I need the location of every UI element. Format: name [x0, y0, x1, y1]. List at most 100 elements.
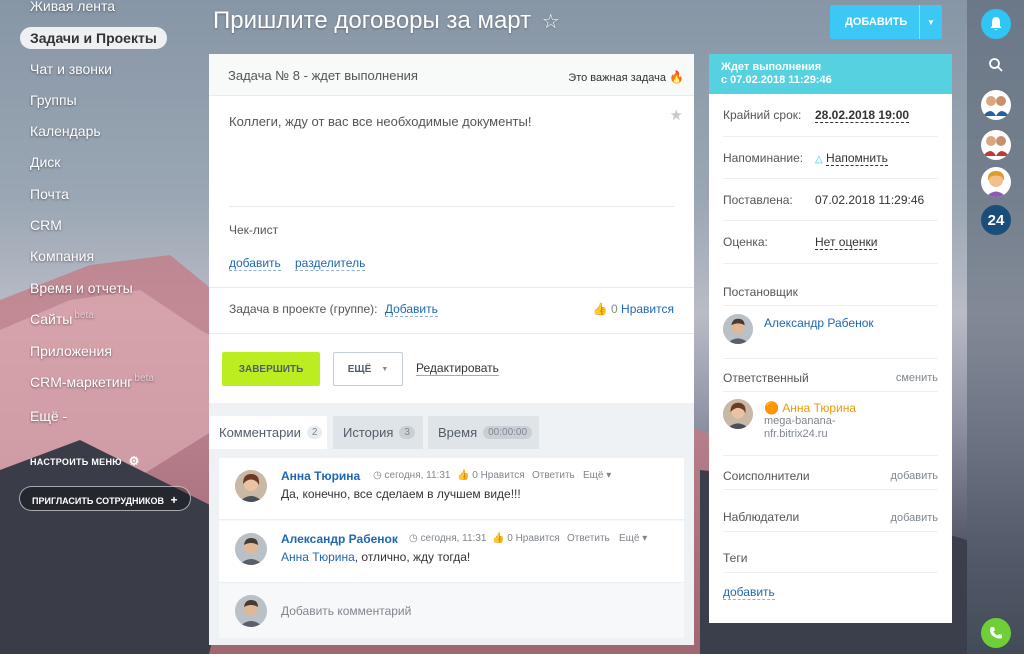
plus-icon: + — [170, 493, 178, 507]
likes-label: Нравится — [621, 302, 674, 316]
comment-item: Анна Тюрина ◷ сегодня, 11:31 👍 0 Нравитс… — [219, 458, 684, 520]
chevron-down-icon[interactable]: ▼ — [919, 5, 942, 39]
tab-count: 00:00:00 — [483, 426, 533, 439]
comment-mention[interactable]: Анна Тюрина — [281, 550, 355, 564]
menu-item-calendar[interactable]: Календарь — [30, 123, 101, 139]
important-label: Это важная задача — [568, 72, 666, 84]
menu-settings-link[interactable]: НАСТРОИТЬ МЕНЮ ⚙ — [30, 454, 140, 468]
divider — [229, 206, 674, 207]
menu-item-label: CRM-маркетинг — [30, 374, 133, 390]
reminder-link[interactable]: △ Напомнить — [815, 151, 888, 166]
like-button[interactable]: 👍 0 Нравится — [593, 302, 674, 316]
finish-button[interactable]: ЗАВЕРШИТЬ — [222, 352, 320, 386]
creator-person: Александр Рабенок — [723, 314, 938, 346]
page-title-text: Пришлите договоры за март — [213, 7, 532, 34]
responsible-name-link[interactable]: 🟠 Анна Тюрина — [764, 401, 856, 415]
menu-item-crm[interactable]: CRM — [30, 217, 62, 233]
menu-item-groups[interactable]: Группы — [30, 92, 77, 108]
menu-item-time-reports[interactable]: Время и отчеты — [30, 280, 133, 296]
menu-item-more[interactable]: Ещё - — [30, 408, 67, 424]
deadline-value[interactable]: 28.02.2018 19:00 — [815, 108, 910, 123]
favorite-star-icon[interactable]: ★ — [670, 106, 683, 124]
comment-text: Да, конечно, все сделаем в лучшем виде!!… — [281, 487, 521, 501]
add-button[interactable]: ДОБАВИТЬ ▼ — [830, 5, 942, 39]
add-comment-row[interactable]: Добавить комментарий — [219, 588, 684, 633]
comment-reply-link[interactable]: Ответить — [532, 470, 575, 481]
comment-time: ◷ сегодня, 11:31 — [373, 470, 451, 481]
tags-add-link[interactable]: добавить — [723, 585, 775, 600]
avatar-group-icon[interactable] — [981, 90, 1011, 120]
avatar[interactable] — [235, 533, 267, 565]
menu-item-disk[interactable]: Диск — [30, 154, 60, 170]
checklist-label: Чек-лист — [229, 223, 279, 237]
more-label: ЕЩЁ — [347, 363, 372, 375]
menu-item-company[interactable]: Компания — [30, 248, 94, 264]
rating-value[interactable]: Нет оценки — [815, 235, 878, 250]
menu-item-chat[interactable]: Чат и звонки — [30, 61, 112, 77]
invite-employees-button[interactable]: ПРИГЛАСИТЬ СОТРУДНИКОВ + — [19, 486, 191, 511]
search-icon[interactable] — [981, 50, 1011, 80]
tab-history[interactable]: История 3 — [333, 416, 423, 449]
phone-icon[interactable] — [981, 618, 1011, 648]
tab-time[interactable]: Время 00:00:00 — [428, 416, 539, 449]
menu-item-live-feed[interactable]: Живая лента — [30, 0, 115, 14]
avatar[interactable] — [723, 399, 753, 429]
rating-label: Оценка: — [723, 235, 768, 249]
avatar-icon[interactable] — [981, 167, 1011, 197]
responsible-name: Анна Тюрина — [782, 401, 857, 415]
avatar[interactable] — [235, 470, 267, 502]
project-add-link[interactable]: Добавить — [384, 302, 438, 317]
comments-section: Комментарии 2 История 3 Время 00:00:00 Анна… — [209, 403, 694, 645]
accomplices-add-link[interactable]: добавить — [891, 470, 938, 482]
menu-item-apps[interactable]: Приложения — [30, 343, 112, 359]
more-button[interactable]: ЕЩЁ ▼ — [333, 352, 403, 386]
created-value: 07.02.2018 11:29:46 — [815, 193, 925, 207]
comment-time-text: сегодня, 11:31 — [420, 533, 487, 544]
bell-icon[interactable] — [981, 9, 1011, 39]
bell-small-icon: △ — [815, 154, 823, 165]
divider — [723, 489, 938, 490]
divider — [723, 305, 938, 306]
comment-list: Анна Тюрина ◷ сегодня, 11:31 👍 0 Нравитс… — [219, 458, 684, 638]
comment-text: Анна Тюрина, отлично, жду тогда! — [281, 550, 470, 564]
right-toolbar: 24 — [967, 0, 1024, 654]
bitrix24-logo-icon[interactable]: 24 — [981, 205, 1011, 235]
project-label: Задача в проекте (группе): — [229, 302, 378, 316]
divider — [723, 391, 938, 392]
checklist-separator-link[interactable]: разделитель — [295, 256, 366, 271]
avatar-group-icon[interactable] — [981, 130, 1011, 160]
comment-author[interactable]: Анна Тюрина — [281, 469, 360, 483]
divider — [723, 531, 938, 532]
observers-add-link[interactable]: добавить — [891, 512, 938, 524]
comment-like-button[interactable]: 👍 0 Нравится — [457, 470, 525, 481]
beta-badge: beta — [74, 310, 94, 321]
divider — [209, 333, 694, 334]
comment-author[interactable]: Александр Рабенок — [281, 532, 398, 546]
menu-item-mail[interactable]: Почта — [30, 186, 69, 202]
comment-more-link[interactable]: Ещё ▾ — [619, 533, 647, 544]
task-details-panel: Ждет выполнения с 07.02.2018 11:29:46 Кр… — [709, 54, 952, 623]
comment-like-button[interactable]: 👍 0 Нравится — [492, 533, 560, 544]
edit-link[interactable]: Редактировать — [416, 361, 499, 376]
tab-comments[interactable]: Комментарии 2 — [209, 416, 327, 449]
important-toggle[interactable]: Это важная задача 🔥 — [568, 70, 684, 84]
menu-item-crm-marketing[interactable]: CRM-маркетинг beta — [30, 373, 154, 390]
comment-reply-link[interactable]: Ответить — [567, 533, 610, 544]
reminder-label: Напоминание: — [723, 151, 804, 165]
comment-more-label: Ещё — [583, 470, 604, 481]
tags-label: Теги — [723, 551, 748, 565]
comment-more-link[interactable]: Ещё ▾ — [583, 470, 611, 481]
project-row: Задача в проекте (группе): Добавить — [229, 302, 438, 317]
menu-item-sites[interactable]: Сайты beta — [30, 310, 94, 327]
status-header: Ждет выполнения с 07.02.2018 11:29:46 — [709, 54, 952, 94]
creator-name[interactable]: Александр Рабенок — [764, 316, 874, 330]
avatar[interactable] — [723, 314, 753, 344]
responsible-change-link[interactable]: сменить — [896, 372, 938, 384]
star-icon[interactable]: ☆ — [542, 11, 560, 33]
menu-item-tasks[interactable]: Задачи и Проекты — [20, 27, 167, 49]
chevron-down-icon: ▼ — [381, 365, 389, 373]
portal-line-1: mega-banana- — [764, 415, 836, 427]
thumbs-up-icon: 👍 — [592, 302, 608, 316]
checklist-add-link[interactable]: добавить — [229, 256, 281, 271]
add-comment-input[interactable]: Добавить комментарий — [281, 604, 411, 618]
